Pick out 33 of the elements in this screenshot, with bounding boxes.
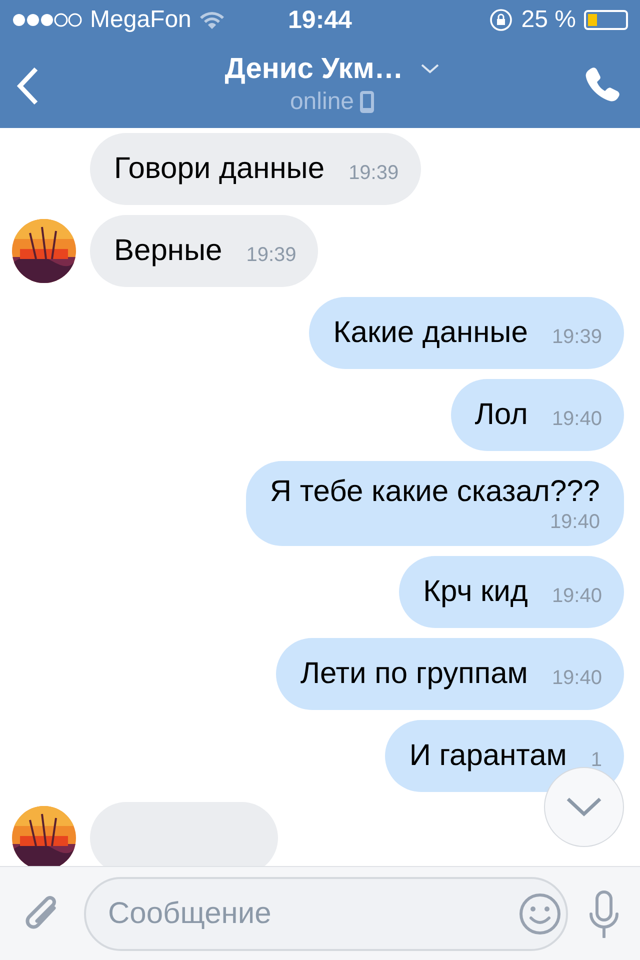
emoji-icon — [518, 892, 562, 936]
message-text: Какие данные — [333, 316, 528, 350]
message-time: 1 — [590, 748, 602, 772]
wifi-icon — [199, 10, 226, 30]
message-time: 19:40 — [552, 584, 602, 608]
back-icon — [16, 66, 40, 106]
chevron-down-icon — [566, 797, 602, 817]
message-time: 19:40 — [552, 408, 602, 430]
message-text: Крч кид — [423, 575, 528, 609]
message-text: Лети по группам — [300, 657, 528, 691]
message-time: 19:40 — [550, 511, 600, 534]
message-time: 19:40 — [552, 666, 602, 690]
message-text: Лол — [474, 398, 528, 432]
microphone-icon — [588, 890, 620, 938]
carrier-name: MegaFon — [90, 6, 192, 34]
message-time: 19:39 — [348, 162, 399, 184]
message-time: 19:39 — [552, 326, 602, 348]
message-input[interactable]: Сообщение — [84, 876, 568, 950]
message-text: И гарантам — [409, 739, 567, 773]
message-text: Верные — [114, 234, 222, 268]
battery-percent: 25 % — [521, 6, 576, 34]
signal-icon — [12, 12, 82, 28]
phone-icon — [584, 66, 620, 102]
battery-icon — [584, 10, 628, 30]
online-status: online — [290, 88, 354, 116]
contact-name[interactable]: Денис Укм… — [224, 52, 404, 86]
message-text: Я тебе какие сказал??? — [270, 475, 600, 509]
phone-device-icon — [360, 90, 374, 112]
message-time: 19:39 — [246, 244, 296, 266]
rotation-lock-icon — [489, 8, 514, 32]
chevron-down-icon — [421, 64, 440, 74]
message-text: Говори данные — [114, 152, 325, 186]
status-time: 19:44 — [288, 6, 352, 34]
